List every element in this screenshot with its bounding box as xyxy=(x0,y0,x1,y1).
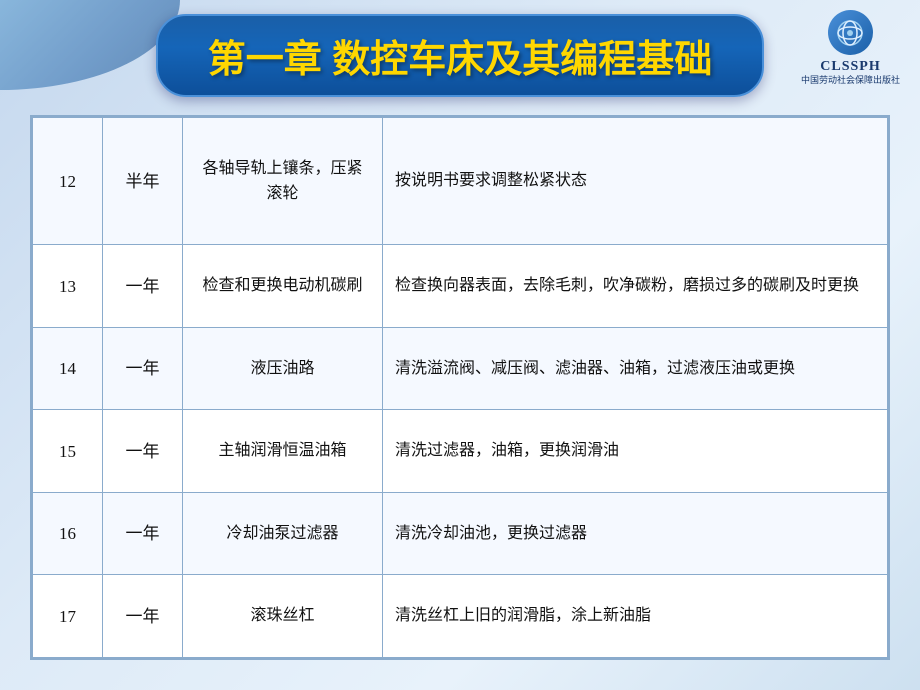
logo-circle xyxy=(828,10,873,55)
logo-icon xyxy=(835,18,865,48)
row-content: 清洗溢流阀、减压阀、滤油器、油箱，过滤液压油或更换 xyxy=(383,327,888,410)
maintenance-table: 12半年各轴导轨上镶条，压紧滚轮按说明书要求调整松紧状态13一年检查和更换电动机… xyxy=(32,117,888,658)
table-row: 16一年冷却油泵过滤器清洗冷却油池，更换过滤器 xyxy=(33,492,888,575)
logo-subtitle: 中国劳动社会保障出版社 xyxy=(801,75,900,87)
row-period: 一年 xyxy=(103,245,183,328)
row-item: 主轴润滑恒温油箱 xyxy=(183,410,383,493)
row-period: 一年 xyxy=(103,492,183,575)
row-item: 滚珠丝杠 xyxy=(183,575,383,658)
logo-text: CLSSPH xyxy=(820,59,880,75)
header-area: 第一章 数控车床及其编程基础 xyxy=(0,0,920,110)
row-period: 一年 xyxy=(103,410,183,493)
table-row: 14一年液压油路清洗溢流阀、减压阀、滤油器、油箱，过滤液压油或更换 xyxy=(33,327,888,410)
row-item: 检查和更换电动机碳刷 xyxy=(183,245,383,328)
row-number: 17 xyxy=(33,575,103,658)
page-title: 第一章 数控车床及其编程基础 xyxy=(208,39,713,81)
table-row: 12半年各轴导轨上镶条，压紧滚轮按说明书要求调整松紧状态 xyxy=(33,118,888,245)
row-content: 清洗冷却油池，更换过滤器 xyxy=(383,492,888,575)
row-number: 15 xyxy=(33,410,103,493)
table-row: 17一年滚珠丝杠清洗丝杠上旧的润滑脂，涂上新油脂 xyxy=(33,575,888,658)
row-number: 16 xyxy=(33,492,103,575)
row-content: 清洗过滤器，油箱，更换润滑油 xyxy=(383,410,888,493)
row-number: 14 xyxy=(33,327,103,410)
row-content: 按说明书要求调整松紧状态 xyxy=(383,118,888,245)
row-period: 一年 xyxy=(103,575,183,658)
title-badge: 第一章 数控车床及其编程基础 xyxy=(156,14,765,97)
table-row: 15一年主轴润滑恒温油箱清洗过滤器，油箱，更换润滑油 xyxy=(33,410,888,493)
row-item: 冷却油泵过滤器 xyxy=(183,492,383,575)
logo-area: CLSSPH 中国劳动社会保障出版社 xyxy=(801,10,900,87)
row-content: 检查换向器表面，去除毛刺，吹净碳粉，磨损过多的碳刷及时更换 xyxy=(383,245,888,328)
row-item: 各轴导轨上镶条，压紧滚轮 xyxy=(183,118,383,245)
row-period: 半年 xyxy=(103,118,183,245)
title-box: 第一章 数控车床及其编程基础 xyxy=(20,14,900,97)
table-row: 13一年检查和更换电动机碳刷检查换向器表面，去除毛刺，吹净碳粉，磨损过多的碳刷及… xyxy=(33,245,888,328)
row-period: 一年 xyxy=(103,327,183,410)
row-number: 12 xyxy=(33,118,103,245)
table-container: 12半年各轴导轨上镶条，压紧滚轮按说明书要求调整松紧状态13一年检查和更换电动机… xyxy=(30,115,890,660)
row-content: 清洗丝杠上旧的润滑脂，涂上新油脂 xyxy=(383,575,888,658)
row-number: 13 xyxy=(33,245,103,328)
row-item: 液压油路 xyxy=(183,327,383,410)
